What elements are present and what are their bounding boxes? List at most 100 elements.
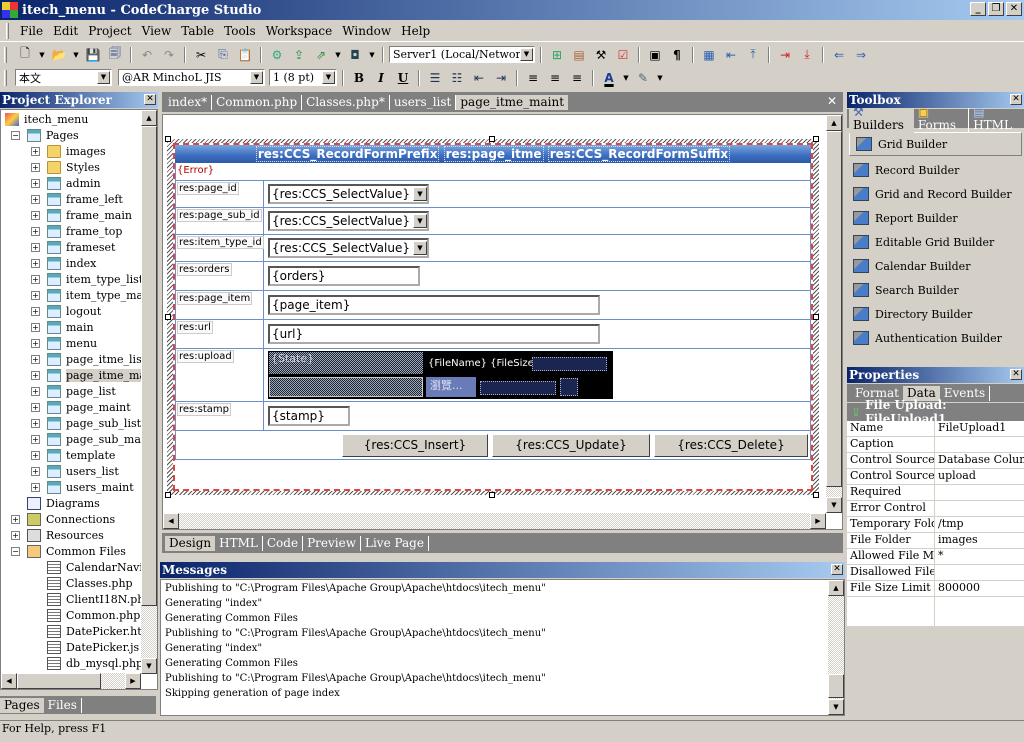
font-select[interactable]: @AR MinchoL JIS ▼ [118, 69, 265, 86]
tree-hscroll-thumb[interactable] [17, 673, 101, 689]
expand-icon[interactable]: + [11, 530, 20, 540]
tab-code[interactable]: Code [263, 535, 304, 551]
tree-item-file[interactable]: ClientI18N.php [3, 591, 151, 607]
tree-item-page[interactable]: + frame_main [3, 207, 141, 223]
design-scroll-thumb[interactable] [826, 131, 842, 487]
highlight-dropdown-icon[interactable]: ▼ [655, 69, 665, 87]
tree-item-page[interactable]: + frame_top [3, 223, 141, 239]
menu-workspace[interactable]: Workspace [261, 24, 338, 38]
close-button[interactable]: ✕ [1006, 2, 1022, 16]
tree-item-page[interactable]: + Styles [3, 159, 141, 175]
design-canvas[interactable]: ▲ ▼ ◀ ▶ res:CCS_RecordFormPrefix res:pag… [162, 114, 843, 530]
expand-icon[interactable]: + [31, 162, 40, 172]
chevron-down-icon[interactable]: ▼ [412, 187, 427, 201]
tree-item-node[interactable]: − Common Files [3, 543, 141, 559]
font-color-dropdown-icon[interactable]: ▼ [621, 69, 631, 87]
resize-handle[interactable] [165, 492, 171, 498]
tree-item-page[interactable]: + page_list [3, 383, 141, 399]
tree-item-node[interactable]: Diagrams [3, 495, 141, 511]
close-icon[interactable]: ✕ [1010, 94, 1022, 105]
cut-icon[interactable]: ✂ [191, 46, 211, 64]
property-value[interactable]: Database Column [935, 453, 1024, 468]
resize-handle[interactable] [489, 492, 495, 498]
browse-button[interactable]: 瀏覽... [426, 377, 476, 397]
insert-column-left-icon[interactable]: ⇤ [721, 46, 741, 64]
delete-column-icon[interactable]: ⇥ [775, 46, 795, 64]
field-input[interactable]: {orders} [268, 266, 420, 286]
tree-item-page[interactable]: + menu [3, 335, 141, 351]
field-input[interactable]: {url} [268, 324, 600, 344]
expand-icon[interactable]: + [31, 194, 40, 204]
tab-builders[interactable]: ⚒ Builders [849, 104, 914, 133]
menu-grip[interactable] [6, 22, 9, 39]
expand-icon[interactable]: + [31, 274, 40, 284]
messages-scroll-thumb[interactable] [828, 674, 844, 698]
close-icon[interactable]: ✕ [1010, 369, 1022, 380]
property-row[interactable]: Allowed File Mask* [847, 549, 1024, 565]
tab-pages[interactable]: Pages [0, 697, 44, 713]
publish-dropdown-icon[interactable]: ▼ [333, 46, 343, 64]
insert-button[interactable]: {res:CCS_Insert} [342, 433, 488, 457]
expand-icon[interactable]: + [31, 146, 40, 156]
menu-window[interactable]: Window [337, 24, 396, 38]
paragraph-style-select[interactable]: 本文 ▼ [15, 69, 112, 86]
collapse-icon[interactable]: − [11, 546, 20, 556]
save-all-icon[interactable]: 🗐 [105, 46, 125, 64]
resize-handle[interactable] [165, 136, 171, 142]
expand-icon[interactable]: + [31, 370, 40, 380]
scroll-right-icon[interactable]: ▶ [125, 673, 141, 689]
close-icon[interactable]: ✕ [144, 94, 156, 105]
tree-item-file[interactable]: db_mysql.php [3, 655, 143, 671]
expand-icon[interactable]: + [31, 258, 40, 268]
scroll-left-icon[interactable]: ◀ [1, 673, 17, 689]
tree-scroll-thumb[interactable] [141, 126, 157, 606]
tree-item-project-root[interactable]: itech_menu [3, 111, 141, 127]
scroll-down-icon[interactable]: ▼ [826, 497, 842, 513]
expand-icon[interactable]: + [31, 450, 40, 460]
property-row[interactable]: Disallowed File Mask [847, 565, 1024, 581]
collapse-icon[interactable]: − [11, 130, 20, 140]
tree-item-page[interactable]: + main [3, 319, 141, 335]
property-value[interactable]: /tmp [935, 517, 1024, 532]
chevron-down-icon[interactable]: ▼ [412, 214, 427, 228]
toolbox-item[interactable]: Directory Builder [847, 302, 1024, 326]
tree-item-file[interactable]: DatePicker.js [3, 639, 141, 655]
menu-file[interactable]: File [15, 24, 48, 38]
indent-icon[interactable]: ⇥ [491, 69, 511, 87]
copy-icon[interactable]: ⎘ [213, 46, 233, 64]
tree-item-page[interactable]: + page_maint [3, 399, 141, 415]
open-dropdown-icon[interactable]: ▼ [71, 46, 81, 64]
upload-file-input[interactable] [269, 377, 423, 397]
tree-item-page[interactable]: + page_itme_list [3, 351, 146, 367]
doc-tab-page-itme-maint[interactable]: page_itme_maint [456, 94, 569, 110]
tab-forms[interactable]: ▣ Forms [914, 104, 970, 133]
expand-icon[interactable]: + [31, 434, 40, 444]
property-value[interactable]: images [935, 533, 1024, 548]
align-left-icon[interactable]: ≡ [523, 69, 543, 87]
format-toolbar-grip[interactable] [4, 69, 7, 86]
save-icon[interactable]: 💾 [83, 46, 103, 64]
tree-item-page[interactable]: + users_maint [3, 479, 141, 495]
tree-item-pages[interactable]: − Pages [3, 127, 141, 143]
open-folder-icon[interactable]: 📂 [49, 46, 69, 64]
tree-item-page[interactable]: + admin [3, 175, 141, 191]
numbered-list-icon[interactable]: ☰ [425, 69, 445, 87]
underline-button[interactable]: U [393, 69, 413, 87]
scroll-up-icon[interactable]: ▲ [828, 580, 844, 596]
chevron-down-icon[interactable]: ▼ [520, 48, 533, 61]
tree-item-page[interactable]: + page_sub_maint [3, 431, 156, 447]
show-borders-icon[interactable]: ▣ [645, 46, 665, 64]
scroll-down-icon[interactable]: ▼ [828, 699, 844, 715]
stamp-input[interactable]: {stamp} [268, 406, 350, 426]
align-center-icon[interactable]: ≡ [545, 69, 565, 87]
field-select[interactable]: {res:CCS_SelectValue} ▼ [268, 238, 429, 258]
tree-item-page[interactable]: + frame_left [3, 191, 141, 207]
tab-files[interactable]: Files [44, 697, 82, 713]
toolbox-item[interactable]: Authentication Builder [847, 326, 1024, 350]
update-button[interactable]: {res:CCS_Update} [492, 433, 650, 457]
publish-icon[interactable]: ⇗ [311, 46, 331, 64]
pilcrow-icon[interactable]: ¶ [667, 46, 687, 64]
tab-design[interactable]: Design [165, 535, 216, 551]
scroll-down-icon[interactable]: ▼ [141, 658, 157, 674]
field-input[interactable]: {page_item} [268, 295, 600, 315]
